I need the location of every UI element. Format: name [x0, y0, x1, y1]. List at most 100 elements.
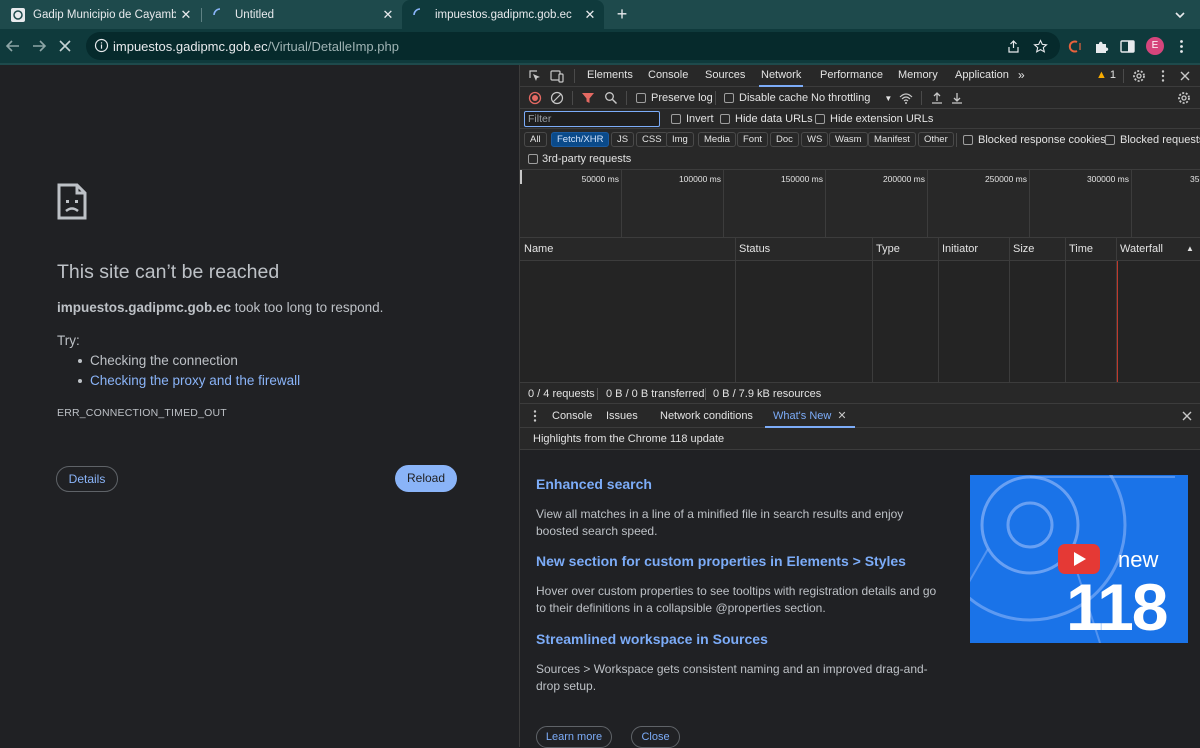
- type-filter-fetch-xhr[interactable]: Fetch/XHR: [551, 132, 610, 147]
- close-drawer-icon[interactable]: [1180, 409, 1194, 423]
- tab-network[interactable]: Network: [759, 65, 804, 87]
- filter-funnel-icon[interactable]: [581, 91, 595, 105]
- tab-performance[interactable]: Performance: [820, 65, 883, 87]
- suggestion-proxy-firewall-link[interactable]: Checking the proxy and the firewall: [78, 373, 300, 388]
- reload-button[interactable]: Reload: [395, 465, 457, 492]
- bookmark-star-icon[interactable]: [1033, 39, 1048, 54]
- type-filter-media[interactable]: Media: [698, 132, 736, 147]
- type-filter-img[interactable]: Img: [666, 132, 694, 147]
- disable-cache-checkbox[interactable]: [724, 93, 734, 103]
- whats-new-video-thumbnail[interactable]: new 118: [970, 475, 1188, 643]
- extension-c-icon[interactable]: [1066, 38, 1083, 55]
- column-name[interactable]: Name: [520, 238, 553, 261]
- tab-console[interactable]: Console: [648, 65, 688, 87]
- import-har-icon[interactable]: [930, 91, 944, 105]
- type-filter-font[interactable]: Font: [737, 132, 769, 147]
- column-status[interactable]: Status: [735, 238, 770, 261]
- drawer-tab-network-conditions[interactable]: Network conditions: [660, 404, 753, 428]
- tab-close-icon[interactable]: ✕: [580, 7, 600, 23]
- inspect-element-icon[interactable]: [528, 69, 542, 83]
- close-tab-icon[interactable]: ✕: [837, 410, 846, 422]
- tab-close-icon[interactable]: ✕: [378, 7, 398, 23]
- site-info-icon[interactable]: [94, 38, 109, 53]
- blocked-response-cookies-checkbox[interactable]: [963, 135, 973, 145]
- side-panel-icon[interactable]: [1119, 38, 1136, 55]
- clear-icon[interactable]: [550, 91, 564, 105]
- new-tab-button[interactable]: +: [612, 4, 632, 24]
- throttling-select[interactable]: No throttling ▼: [811, 92, 892, 104]
- third-party-checkbox[interactable]: [528, 154, 538, 164]
- type-filter-doc[interactable]: Doc: [770, 132, 799, 147]
- try-label: Try:: [57, 333, 80, 348]
- extensions-puzzle-icon[interactable]: [1093, 38, 1110, 55]
- device-toolbar-icon[interactable]: [550, 69, 564, 83]
- hide-extension-urls-checkbox[interactable]: [815, 114, 825, 124]
- drawer-menu-icon[interactable]: [528, 409, 542, 423]
- tab-close-icon[interactable]: ✕: [176, 7, 196, 23]
- details-button[interactable]: Details: [56, 466, 118, 492]
- feature-title[interactable]: Streamlined workspace in Sources: [536, 631, 768, 647]
- suggestion-text[interactable]: Checking the proxy and the firewall: [90, 373, 300, 388]
- learn-more-button[interactable]: Learn more: [536, 726, 612, 748]
- search-icon[interactable]: [604, 91, 618, 105]
- hide-data-urls-checkbox[interactable]: [720, 114, 730, 124]
- back-arrow-icon[interactable]: [2, 35, 24, 57]
- type-filter-css[interactable]: CSS: [636, 132, 668, 147]
- filter-input[interactable]: [524, 111, 660, 127]
- tab-sources[interactable]: Sources: [705, 65, 745, 87]
- settings-gear-icon[interactable]: [1132, 69, 1146, 83]
- tab-elements[interactable]: Elements: [587, 65, 633, 87]
- feature-title[interactable]: New section for custom properties in Ele…: [536, 553, 906, 569]
- type-filter-all[interactable]: All: [524, 132, 547, 147]
- feature-title[interactable]: Enhanced search: [536, 476, 652, 492]
- more-tabs-chevron-icon[interactable]: »: [1018, 65, 1025, 87]
- blocked-requests-checkbox[interactable]: [1105, 135, 1115, 145]
- tab-impuestos[interactable]: impuestos.gadipmc.gob.ec ✕: [402, 0, 604, 29]
- record-stop-icon[interactable]: [528, 91, 542, 105]
- tab-search-chevron-icon[interactable]: [1170, 5, 1190, 25]
- feature-description: Hover over custom properties to see tool…: [536, 584, 937, 615]
- drawer-tab-console[interactable]: Console: [552, 404, 592, 428]
- column-time[interactable]: Time: [1065, 238, 1093, 261]
- address-bar[interactable]: impuestos.gadipmc.gob.ec/Virtual/Detalle…: [86, 32, 1060, 60]
- close-button[interactable]: Close: [631, 726, 680, 748]
- customize-menu-icon[interactable]: [1156, 69, 1170, 83]
- drawer-tab-issues[interactable]: Issues: [606, 404, 638, 428]
- type-filter-wasm[interactable]: Wasm: [829, 132, 868, 147]
- type-filter-js[interactable]: JS: [611, 132, 635, 147]
- more-menu-icon[interactable]: [1173, 38, 1190, 55]
- column-divider: [1065, 261, 1066, 382]
- tab-application[interactable]: Application: [955, 65, 1009, 87]
- devtools-panel: Elements Console Sources Network Perform…: [519, 65, 1200, 748]
- network-settings-gear-icon[interactable]: [1177, 91, 1191, 105]
- forward-arrow-icon[interactable]: [28, 35, 50, 57]
- sort-ascending-icon[interactable]: ▲: [1182, 238, 1194, 261]
- network-conditions-wifi-icon[interactable]: [899, 91, 913, 105]
- whats-new-subheader: Highlights from the Chrome 118 update: [520, 428, 1200, 450]
- tab-untitled[interactable]: Untitled ✕: [202, 0, 402, 29]
- column-initiator[interactable]: Initiator: [938, 238, 978, 261]
- request-table-body[interactable]: [520, 261, 1200, 382]
- close-devtools-icon[interactable]: [1178, 69, 1192, 83]
- tab-gadip[interactable]: Gadip Municipio de Cayambe ✕: [0, 0, 200, 29]
- warning-count: 1: [1109, 69, 1117, 81]
- column-size[interactable]: Size: [1009, 238, 1034, 261]
- profile-avatar[interactable]: E: [1146, 37, 1164, 55]
- toolbar-divider: [921, 91, 922, 105]
- column-waterfall[interactable]: Waterfall: [1116, 238, 1163, 261]
- network-overview-timeline[interactable]: 50000 ms 100000 ms 150000 ms 200000 ms 2…: [520, 170, 1200, 238]
- type-filter-manifest[interactable]: Manifest: [868, 132, 916, 147]
- column-divider: [1009, 261, 1010, 382]
- stop-loading-icon[interactable]: [54, 35, 76, 57]
- type-filter-other[interactable]: Other: [918, 132, 954, 147]
- type-filter-ws[interactable]: WS: [801, 132, 829, 147]
- invert-checkbox[interactable]: [671, 114, 681, 124]
- share-icon[interactable]: [1006, 39, 1021, 54]
- tab-memory[interactable]: Memory: [898, 65, 938, 87]
- url-text: impuestos.gadipmc.gob.ec/Virtual/Detalle…: [113, 39, 399, 54]
- export-har-icon[interactable]: [950, 91, 964, 105]
- column-type[interactable]: Type: [872, 238, 900, 261]
- preserve-log-checkbox[interactable]: [636, 93, 646, 103]
- warning-badge[interactable]: ▲ 1: [1096, 69, 1116, 81]
- drawer-tab-whats-new[interactable]: What's New ✕: [765, 404, 855, 428]
